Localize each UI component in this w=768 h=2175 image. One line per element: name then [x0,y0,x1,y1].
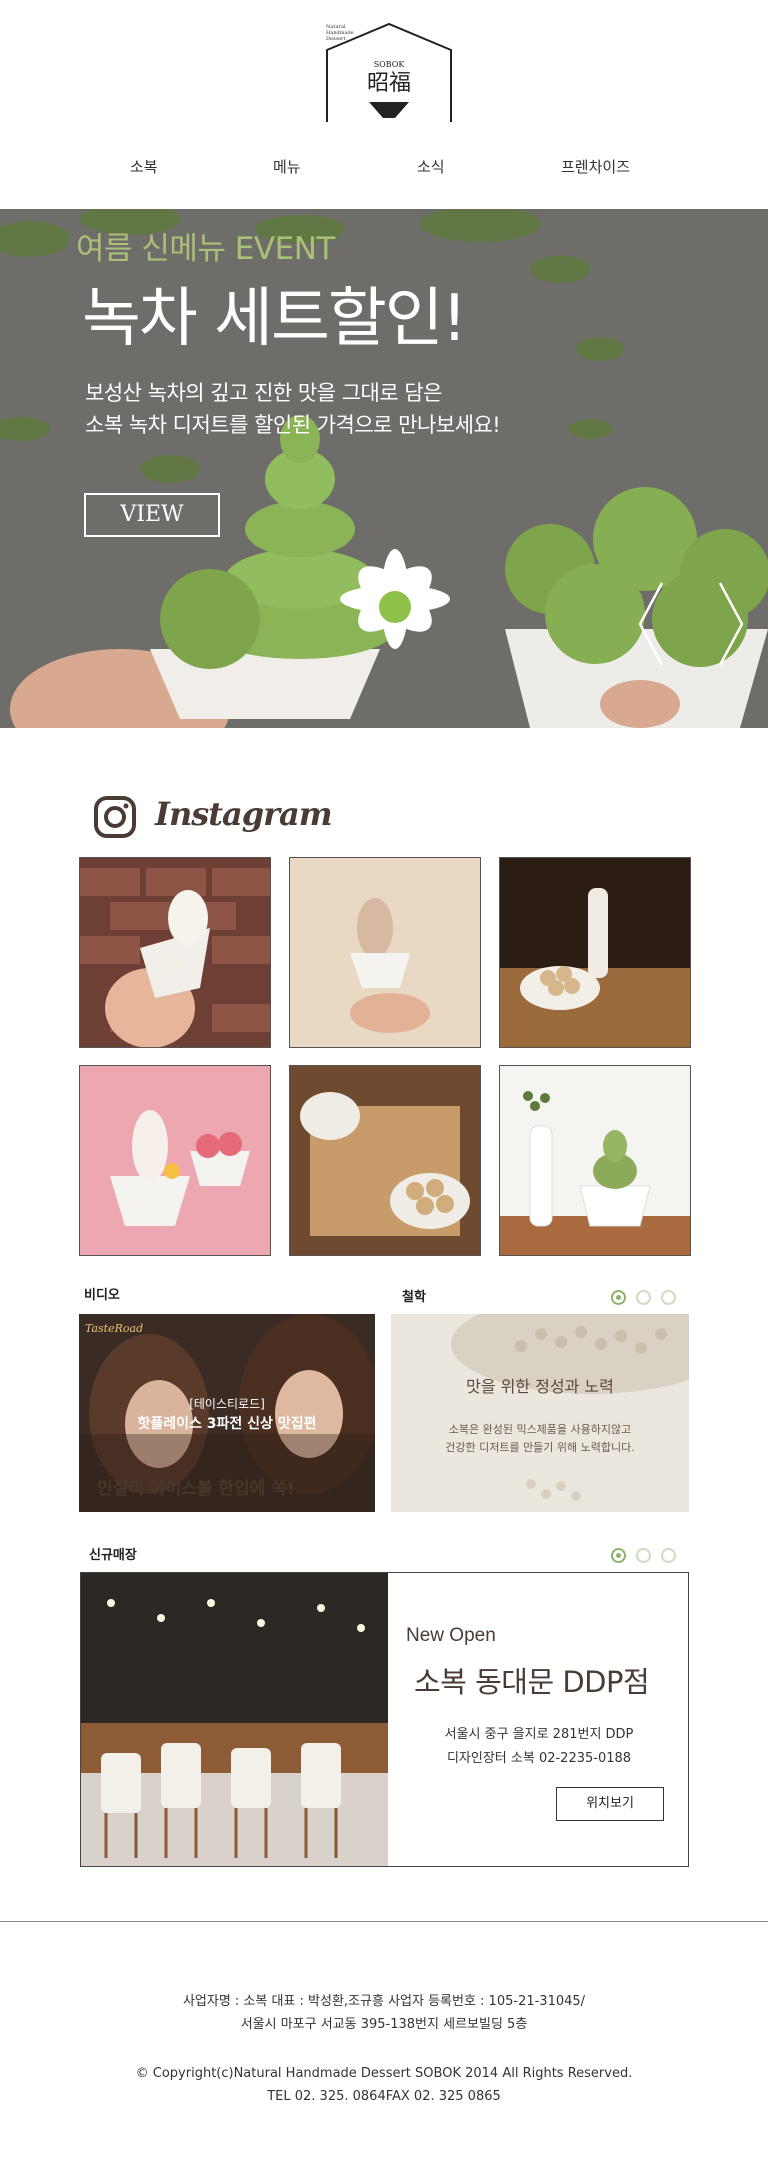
prev-arrow-icon[interactable] [636,581,666,667]
slider-dot[interactable] [636,1290,651,1305]
philosophy-desc-line: 건강한 디저트를 만들기 위해 노력합니다. [445,1441,635,1454]
instagram-photo[interactable] [79,857,271,1048]
philosophy-card[interactable]: 맛을 위한 정성과 노력 소복은 완성된 믹스제품을 사용하지않고 건강한 디저… [391,1314,689,1512]
video-section-label: 비디오 [84,1288,120,1303]
philosophy-title: 맛을 위한 정성과 노력 [466,1377,614,1396]
hero-banner: 여름 신메뉴 EVENT 녹차 세트할인! 보성산 녹차의 깊고 진한 맛을 그… [0,209,768,728]
philosophy-section-label: 철학 [402,1290,426,1305]
footer-divider [0,1921,768,1922]
philosophy-description: 소복은 완성된 믹스제품을 사용하지않고 건강한 디저트를 만들기 위해 노력합… [391,1421,689,1457]
nav-item-sobok[interactable]: 소복 [130,156,158,177]
footer-copyright: © Copyright(c)Natural Handmade Dessert S… [135,2066,633,2081]
instagram-photo[interactable] [499,857,691,1048]
video-subtitle: [테이스티로드] [189,1397,265,1411]
video-thumbnail[interactable]: TasteRoad [테이스티로드] 핫플레이스 3파전 신상 맛집편 인절미 … [79,1314,375,1512]
slider-dot[interactable] [636,1548,651,1563]
store-address: 서울시 중구 을지로 281번지 DDP 디자인장터 소복 02-2235-01… [388,1723,690,1771]
hero-desc-line: 소복 녹차 디저트를 할인된 가격으로 만나보세요! [85,413,501,437]
sobok-logo[interactable]: SOBOK 昭福 [325,22,453,130]
philosophy-desc-line: 소복은 완성된 믹스제품을 사용하지않고 [448,1423,632,1436]
video-channel-logo: TasteRoad [85,1322,144,1335]
view-location-button[interactable]: 위치보기 [556,1787,664,1821]
nav-item-franchise[interactable]: 프렌차이즈 [561,156,630,177]
instagram-header[interactable]: Instagram [93,793,333,841]
instagram-icon [94,796,136,838]
instagram-photo[interactable] [289,1065,481,1256]
store-address-line: 서울시 중구 을지로 281번지 DDP [444,1727,634,1742]
video-caption: 인절미 아이스볼 한입에 쏙! [97,1479,295,1499]
store-address-line: 디자인장터 소복 02-2235-0188 [446,1751,632,1766]
slider-dot[interactable] [611,1290,626,1305]
hero-description: 보성산 녹차의 깊고 진한 맛을 그대로 담은 소복 녹차 디저트를 할인된 가… [85,377,501,441]
slider-dot[interactable] [661,1548,676,1563]
hero-desc-line: 보성산 녹차의 깊고 진한 맛을 그대로 담은 [85,381,443,405]
main-nav: 소복 메뉴 소식 프렌차이즈 [0,156,768,180]
video-title: 핫플레이스 3파전 신상 맛집편 [137,1416,317,1432]
slider-dot[interactable] [661,1290,676,1305]
instagram-photo[interactable] [499,1065,691,1256]
store-photo [81,1573,388,1866]
new-store-card: New Open 소복 동대문 DDP점 서울시 중구 을지로 281번지 DD… [80,1572,689,1867]
instagram-title: Instagram [155,795,333,833]
site-header: Natural Handmade Dessert SOBOK 昭福 소복 메뉴 … [0,0,768,209]
footer-business-info: 사업자명 : 소복 대표 : 박성환,조규흥 사업자 등록번호 : 105-21… [182,1994,586,2009]
instagram-photo[interactable] [289,857,481,1048]
nav-item-news[interactable]: 소식 [417,156,445,177]
nav-item-menu[interactable]: 메뉴 [273,156,301,177]
logo-brand-en: SOBOK [374,60,406,69]
logo-brand-hanja: 昭福 [367,71,411,96]
store-name: 소복 동대문 DDP점 [414,1665,650,1699]
slider-dot[interactable] [611,1548,626,1563]
instagram-photo[interactable] [79,1065,271,1256]
next-arrow-icon[interactable] [716,581,746,667]
hero-event-label: 여름 신메뉴 EVENT [76,231,335,267]
store-new-open-label: New Open [406,1625,496,1646]
philosophy-photo [391,1314,689,1512]
footer-address: 서울시 마포구 서교동 395-138번지 세르보빌딩 5층 [240,2017,528,2032]
footer-contact: TEL 02. 325. 0864FAX 02. 325 0865 [267,2089,501,2104]
new-store-section-label: 신규매장 [89,1548,137,1563]
view-button[interactable]: VIEW [84,493,220,537]
hero-title: 녹차 세트할인! [82,282,467,356]
